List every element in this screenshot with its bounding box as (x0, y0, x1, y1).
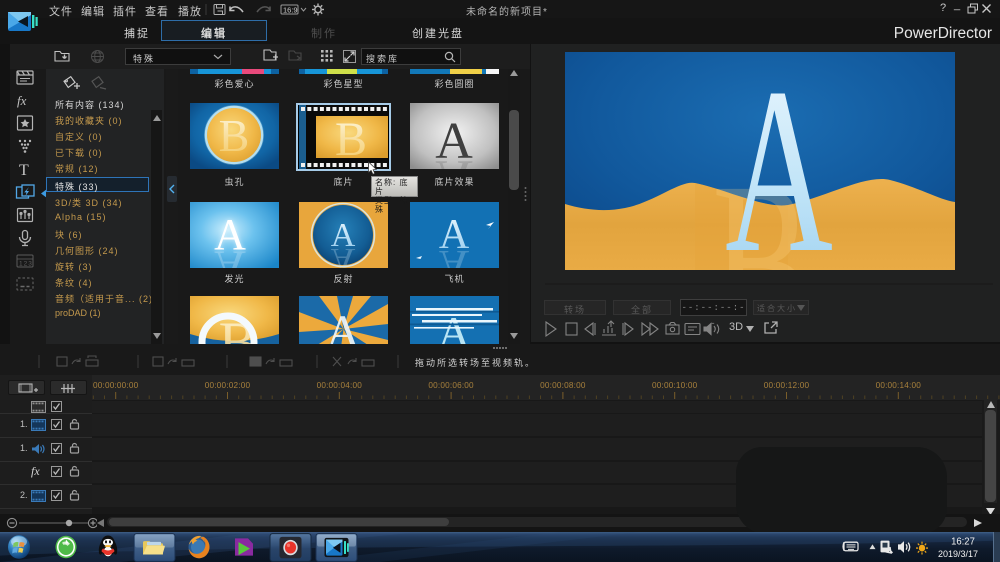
svg-text:123: 123 (19, 261, 33, 268)
svg-text:A: A (326, 306, 361, 344)
svg-text:00:00:04:00: 00:00:04:00 (317, 381, 363, 390)
svg-text:B: B (335, 113, 367, 166)
svg-text:16:9: 16:9 (283, 6, 298, 15)
svg-text:A: A (214, 242, 246, 268)
svg-text:B: B (219, 110, 250, 161)
svg-text:16:27: 16:27 (951, 536, 975, 547)
svg-text:00:00:14:00: 00:00:14:00 (876, 381, 922, 390)
svg-text:2019/3/17: 2019/3/17 (938, 549, 978, 559)
svg-text:00:00:08:00: 00:00:08:00 (540, 381, 586, 390)
svg-text:fx: fx (17, 93, 27, 108)
svg-text:00:00:06:00: 00:00:06:00 (428, 381, 474, 390)
svg-text:A: A (439, 241, 470, 268)
svg-text:00:00:12:00: 00:00:12:00 (764, 381, 810, 390)
svg-text:A: A (331, 241, 356, 268)
svg-text:T: T (19, 162, 29, 179)
svg-text:00:00:00:00: 00:00:00:00 (93, 381, 139, 390)
svg-text:00:00:10:00: 00:00:10:00 (652, 381, 698, 390)
svg-text:A: A (435, 149, 473, 169)
svg-text:A: A (725, 52, 833, 270)
svg-text:00:00:02:00: 00:00:02:00 (205, 381, 251, 390)
